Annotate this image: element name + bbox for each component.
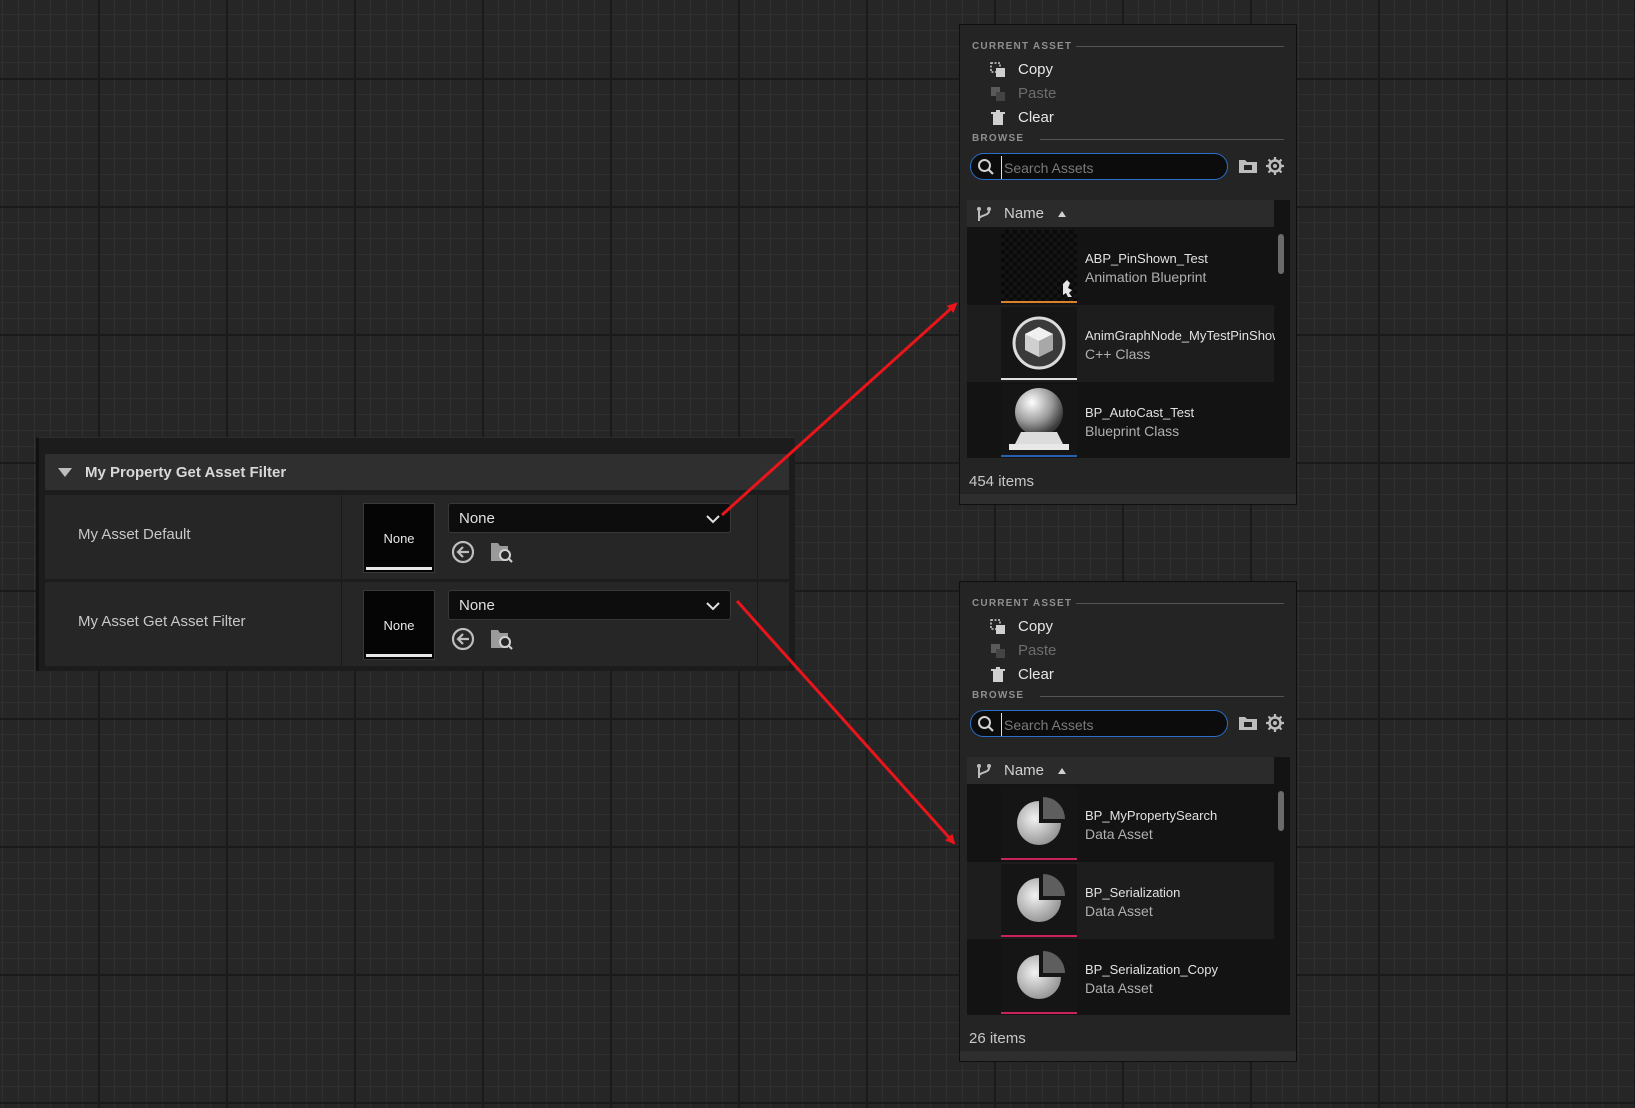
annotation-arrows [720,302,958,845]
arrow-to-picker-1 [720,302,958,517]
arrow-to-picker-2 [735,599,956,845]
